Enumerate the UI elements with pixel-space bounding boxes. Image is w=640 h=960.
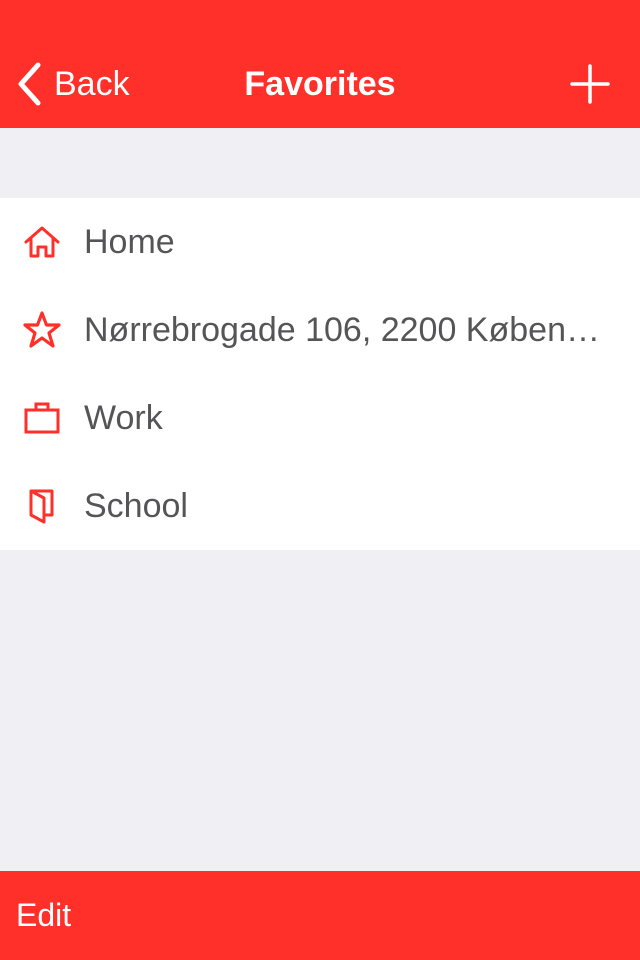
chevron-left-icon	[18, 62, 41, 106]
favorite-item-address[interactable]: Nørrebrogade 106, 2200 København N	[0, 286, 640, 374]
favorite-label: Home	[84, 222, 175, 261]
plus-icon	[570, 64, 610, 104]
favorites-list: Home Nørrebrogade 106, 2200 København N …	[0, 198, 640, 550]
favorite-label: Work	[84, 398, 163, 437]
favorite-label: School	[84, 486, 188, 525]
edit-button[interactable]: Edit	[16, 871, 71, 960]
book-icon	[20, 484, 64, 528]
favorite-item-school[interactable]: School	[0, 462, 640, 550]
bottom-toolbar: Edit	[0, 871, 640, 960]
back-button[interactable]: Back	[16, 60, 130, 108]
briefcase-icon	[20, 396, 64, 440]
home-icon	[20, 220, 64, 264]
star-icon	[20, 308, 64, 352]
add-favorite-button[interactable]	[570, 64, 610, 104]
favorite-item-home[interactable]: Home	[0, 198, 640, 286]
favorite-item-work[interactable]: Work	[0, 374, 640, 462]
navigation-bar: Back Favorites	[0, 0, 640, 128]
back-label: Back	[54, 65, 130, 103]
favorite-label: Nørrebrogade 106, 2200 København N	[84, 310, 604, 349]
